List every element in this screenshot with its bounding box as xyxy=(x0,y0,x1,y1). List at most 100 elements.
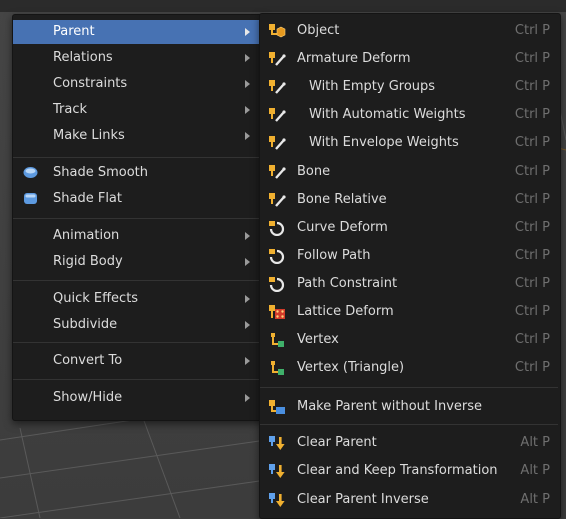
menu-item-label: Show/Hide xyxy=(53,390,123,405)
menu-separator xyxy=(13,157,263,158)
menu-item-label: With Envelope Weights xyxy=(309,135,459,150)
shortcut-label: Ctrl P xyxy=(514,107,550,122)
menu-item-parent-object[interactable]: Object Ctrl P xyxy=(260,18,558,44)
menu-item-label: Armature Deform xyxy=(297,51,411,66)
shortcut-label: Ctrl P xyxy=(514,135,550,150)
menu-item-label: Bone xyxy=(297,164,331,179)
menu-separator xyxy=(13,280,263,281)
menu-item-make-parent-without-inverse[interactable]: Make Parent without Inverse xyxy=(260,394,558,420)
menu-item-label: Rigid Body xyxy=(53,254,123,269)
menu-item-with-automatic-weights[interactable]: With Automatic Weights Ctrl P xyxy=(260,102,558,128)
menu-item-follow-path[interactable]: Follow Path Ctrl P xyxy=(260,243,558,269)
submenu-arrow-icon xyxy=(245,46,253,70)
shortcut-label: Ctrl P xyxy=(514,332,550,347)
menu-item-vertex[interactable]: Vertex Ctrl P xyxy=(260,327,558,353)
menu-item-bone-relative[interactable]: Bone Relative Ctrl P xyxy=(260,187,558,213)
curve-deform-icon xyxy=(269,249,285,264)
menu-item-label: Path Constraint xyxy=(297,276,398,291)
menu-item-label: Make Parent without Inverse xyxy=(297,399,483,414)
shortcut-label: Ctrl P xyxy=(514,51,550,66)
curve-deform-icon xyxy=(269,277,285,292)
menu-item-label: Lattice Deform xyxy=(297,304,394,319)
menu-item-rigid-body[interactable]: Rigid Body xyxy=(13,250,263,274)
shortcut-label: Alt P xyxy=(520,435,550,450)
menu-item-label: Track xyxy=(53,102,88,117)
menu-item-track[interactable]: Track xyxy=(13,98,263,122)
shortcut-label: Ctrl P xyxy=(514,360,550,375)
menu-separator xyxy=(13,379,263,380)
clear-parent-icon xyxy=(269,436,285,450)
submenu-arrow-icon xyxy=(245,250,253,274)
menu-item-label: Curve Deform xyxy=(297,220,388,235)
menu-item-label: With Automatic Weights xyxy=(309,107,466,122)
shortcut-label: Ctrl P xyxy=(514,248,550,263)
menu-item-label: Bone Relative xyxy=(297,192,387,207)
menu-item-animation[interactable]: Animation xyxy=(13,224,263,248)
menu-item-vertex-triangle[interactable]: Vertex (Triangle) Ctrl P xyxy=(260,355,558,381)
menu-item-clear-parent[interactable]: Clear Parent Alt P xyxy=(260,430,558,456)
menu-item-bone[interactable]: Bone Ctrl P xyxy=(260,159,558,185)
menu-item-convert-to[interactable]: Convert To xyxy=(13,349,263,373)
armature-deform-icon xyxy=(269,80,286,94)
menu-item-label: Shade Smooth xyxy=(53,165,148,180)
menu-item-path-constraint[interactable]: Path Constraint Ctrl P xyxy=(260,271,558,297)
menu-separator xyxy=(260,424,558,425)
submenu-arrow-icon xyxy=(245,386,253,410)
shortcut-label: Ctrl P xyxy=(514,192,550,207)
clear-parent-icon xyxy=(269,493,285,507)
armature-deform-icon xyxy=(269,108,286,122)
menu-item-label: Convert To xyxy=(53,353,123,368)
shortcut-label: Ctrl P xyxy=(514,276,550,291)
shortcut-label: Ctrl P xyxy=(514,164,550,179)
shortcut-label: Alt P xyxy=(520,463,550,478)
submenu-arrow-icon xyxy=(245,287,253,311)
object-context-menu: Parent Relations Constraints Track Make … xyxy=(12,14,266,421)
parent-submenu: Object Ctrl P Armature Deform Ctrl P Wit… xyxy=(259,13,561,519)
menu-item-label: Follow Path xyxy=(297,248,371,263)
menu-item-shade-flat[interactable]: Shade Flat xyxy=(13,187,263,211)
submenu-arrow-icon xyxy=(245,124,253,148)
menu-item-curve-deform[interactable]: Curve Deform Ctrl P xyxy=(260,215,558,241)
menu-item-constraints[interactable]: Constraints xyxy=(13,72,263,96)
menu-item-label: Clear Parent Inverse xyxy=(297,492,429,507)
submenu-arrow-icon xyxy=(245,224,253,248)
menu-item-make-links[interactable]: Make Links xyxy=(13,124,263,148)
menu-item-label: Clear and Keep Transformation xyxy=(297,463,498,478)
menu-item-label: Vertex xyxy=(297,332,339,347)
menu-item-label: Subdivide xyxy=(53,317,118,332)
lattice-deform-icon xyxy=(269,305,285,319)
menu-item-label: With Empty Groups xyxy=(309,79,436,94)
menu-item-with-envelope-weights[interactable]: With Envelope Weights Ctrl P xyxy=(260,130,558,156)
menu-item-quick-effects[interactable]: Quick Effects xyxy=(13,287,263,311)
menu-separator xyxy=(13,218,263,219)
menu-item-lattice-deform[interactable]: Lattice Deform Ctrl P xyxy=(260,299,558,325)
shade-smooth-icon xyxy=(23,167,38,178)
submenu-arrow-icon xyxy=(245,98,253,122)
menu-item-show-hide[interactable]: Show/Hide xyxy=(13,386,263,410)
menu-item-shade-smooth[interactable]: Shade Smooth xyxy=(13,161,263,185)
menu-item-label: Constraints xyxy=(53,76,128,91)
menu-item-label: Parent xyxy=(53,24,95,39)
armature-deform-icon xyxy=(269,136,286,150)
menu-item-label: Make Links xyxy=(53,128,125,143)
shortcut-label: Ctrl P xyxy=(514,79,550,94)
menu-item-relations[interactable]: Relations xyxy=(13,46,263,70)
object-parent-icon xyxy=(269,24,286,38)
menu-item-armature-deform[interactable]: Armature Deform Ctrl P xyxy=(260,46,558,72)
armature-deform-icon xyxy=(269,52,286,66)
parent-no-inverse-icon xyxy=(269,400,285,414)
menu-item-label: Vertex (Triangle) xyxy=(297,360,405,375)
menu-item-subdivide[interactable]: Subdivide xyxy=(13,313,263,337)
menu-item-label: Animation xyxy=(53,228,120,243)
menu-item-parent[interactable]: Parent xyxy=(13,20,263,44)
menu-item-clear-and-keep-transformation[interactable]: Clear and Keep Transformation Alt P xyxy=(260,458,558,484)
shortcut-label: Ctrl P xyxy=(514,304,550,319)
menu-item-with-empty-groups[interactable]: With Empty Groups Ctrl P xyxy=(260,74,558,100)
curve-deform-icon xyxy=(269,221,285,236)
menu-item-label: Quick Effects xyxy=(53,291,139,306)
vertex-parent-icon xyxy=(271,361,284,375)
clear-parent-icon xyxy=(269,464,285,478)
menu-item-clear-parent-inverse[interactable]: Clear Parent Inverse Alt P xyxy=(260,487,558,513)
shortcut-label: Ctrl P xyxy=(514,23,550,38)
bone-parent-icon xyxy=(269,193,286,207)
